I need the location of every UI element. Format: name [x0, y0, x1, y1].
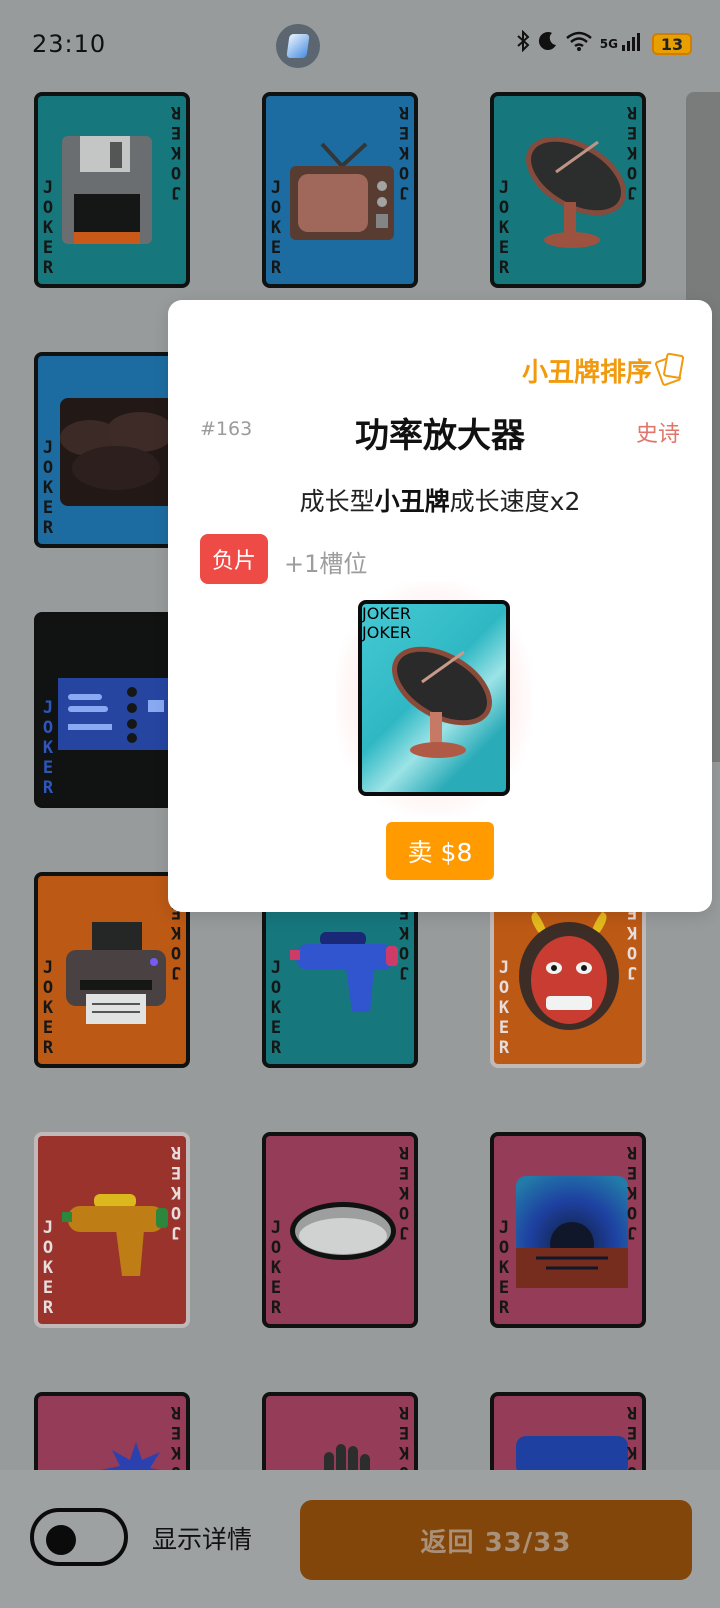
network-type: 5G	[599, 37, 618, 51]
status-icons: 5G 13	[516, 29, 692, 58]
back-button[interactable]: 返回 33/33	[300, 1500, 692, 1580]
satellite-dish-icon	[392, 646, 492, 758]
rarity-label: 史诗	[635, 422, 680, 447]
cards-icon	[654, 354, 682, 387]
moon-icon	[538, 31, 558, 57]
sell-button[interactable]: 卖 $8	[386, 822, 494, 880]
battery-icon: 13	[652, 33, 692, 55]
joker-description: 成长型小丑牌成长速度x2	[299, 487, 581, 516]
show-details-label: 显示详情	[152, 1525, 253, 1554]
app-floating-icon[interactable]	[276, 24, 320, 68]
joker-detail-dialog: 小丑牌排序 #163 功率放大器 史诗 成长型小丑牌成长速度x2 负片 +1槽位…	[168, 300, 712, 912]
selected-joker-card[interactable]: JOKER JOKER	[358, 600, 510, 796]
joker-title: 功率放大器	[355, 416, 525, 456]
sort-jokers-label: 小丑牌排序	[521, 358, 652, 388]
status-time: 23:10	[32, 30, 107, 58]
wifi-icon	[565, 31, 592, 57]
bluetooth-icon	[516, 29, 530, 58]
card-joker-text: JOKER	[362, 604, 412, 623]
status-bar: 23:10 5G 13	[0, 0, 720, 90]
negative-edition-badge: 负片	[200, 534, 268, 584]
slot-bonus-text: +1槽位	[284, 550, 368, 578]
show-details-toggle[interactable]	[30, 1508, 128, 1566]
signal-icon	[622, 31, 644, 57]
bottom-bar: 显示详情 返回 33/33	[0, 1470, 720, 1608]
sort-jokers-link[interactable]: 小丑牌排序	[521, 352, 682, 389]
toggle-knob	[46, 1525, 76, 1555]
card-joker-text: JOKER	[362, 623, 412, 642]
